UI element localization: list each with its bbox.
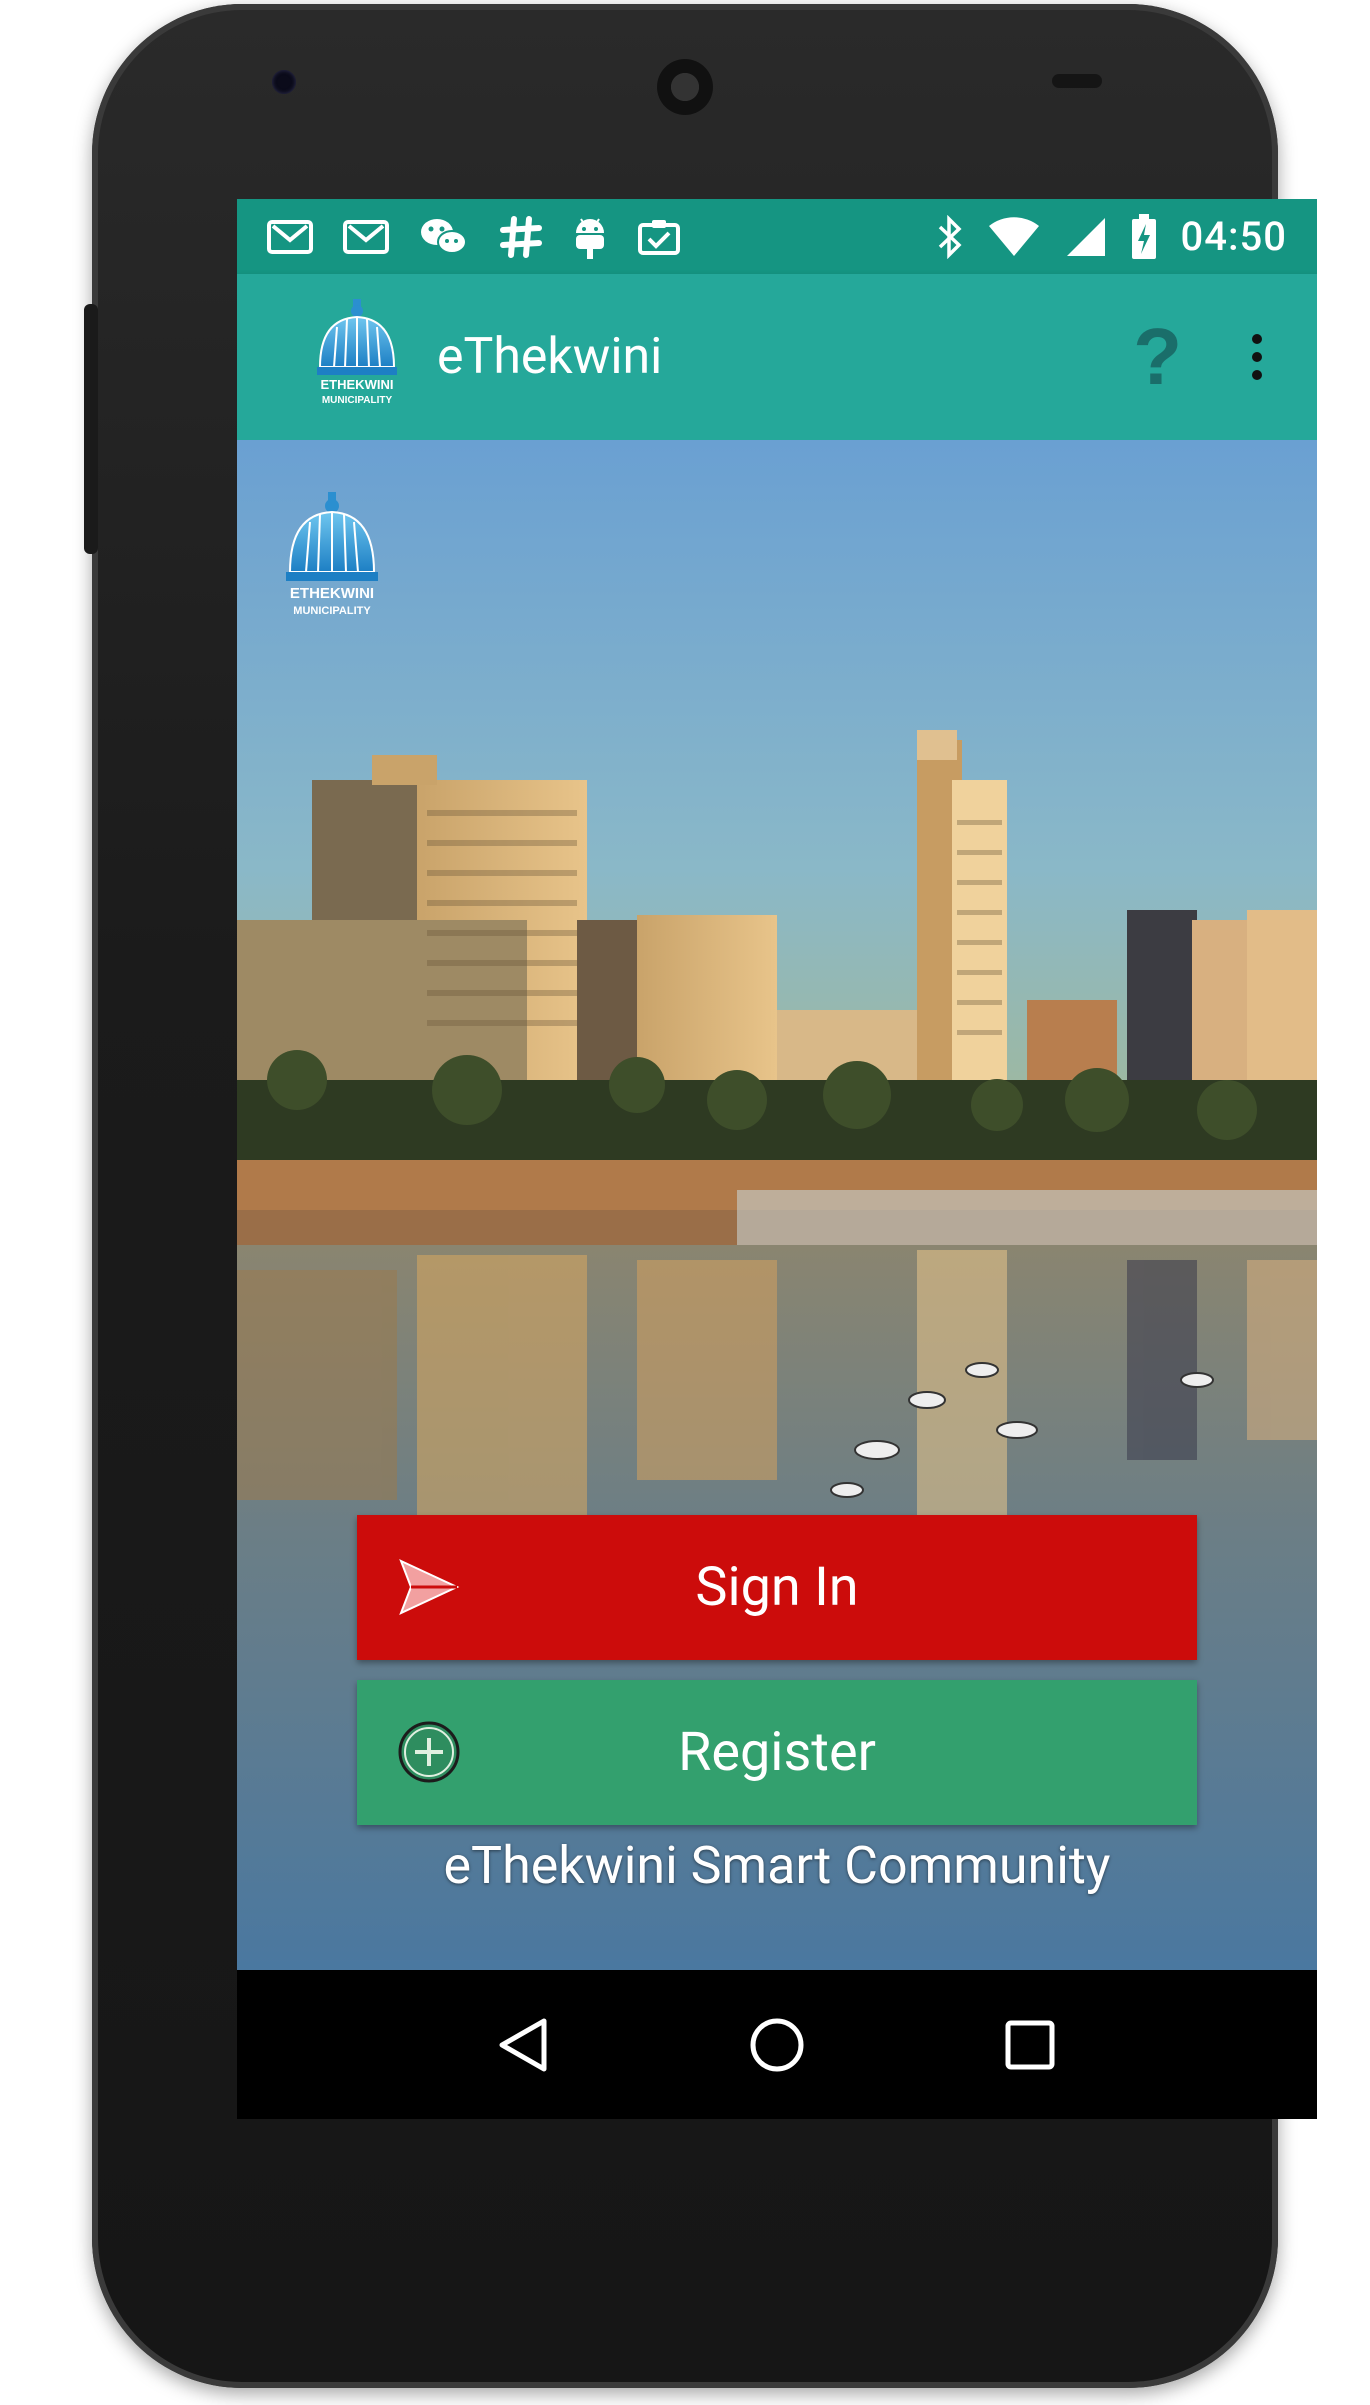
navigation-bar (237, 1970, 1317, 2119)
register-button[interactable]: Register (357, 1680, 1197, 1825)
cellular-signal-icon (1065, 216, 1107, 258)
corner-logo-text-line1: ETHEKWINI (290, 585, 374, 602)
earpiece-speaker (657, 59, 713, 115)
sign-in-label: Sign In (695, 1556, 859, 1619)
slack-icon (499, 215, 543, 259)
bluetooth-icon (937, 214, 963, 259)
wechat-icon (419, 216, 469, 258)
overflow-menu-icon[interactable] (1252, 334, 1262, 380)
clipboard-check-icon (637, 217, 681, 257)
status-bar: 04:50 (237, 199, 1317, 274)
login-content: ETHEKWINI MUNICIPALITY Sign In Register (237, 440, 1317, 1970)
sign-in-button[interactable]: Sign In (357, 1515, 1197, 1660)
tagline: eThekwini Smart Community (443, 1835, 1111, 1896)
app-bar: ETHEKWINI MUNICIPALITY eThekwini ? (237, 274, 1317, 440)
corner-municipality-logo: ETHEKWINI MUNICIPALITY (286, 492, 378, 617)
gmail-icon (267, 218, 313, 256)
phone-frame: 04:50 ETHEKWINI MUNICIPALITY eThekwini ? (84, 4, 1317, 2388)
municipality-logo: ETHEKWINI MUNICIPALITY (317, 299, 397, 406)
android-debug-icon (573, 215, 607, 259)
status-clock: 04:50 (1180, 213, 1287, 260)
screen: 04:50 ETHEKWINI MUNICIPALITY eThekwini ? (237, 199, 1317, 2119)
gmail-icon (343, 218, 389, 256)
home-icon[interactable] (747, 2015, 807, 2075)
proximity-sensor (1052, 74, 1102, 88)
logo-text-line2: MUNICIPALITY (322, 395, 393, 406)
wifi-icon (987, 216, 1041, 258)
logo-text-line1: ETHEKWINI (321, 377, 394, 392)
recents-icon[interactable] (1000, 2015, 1060, 2075)
add-circle-icon (398, 1721, 460, 1783)
help-icon[interactable]: ? (1133, 311, 1182, 403)
front-camera (272, 70, 296, 94)
app-title: eThekwini (437, 328, 663, 386)
volume-button (84, 304, 98, 554)
register-label: Register (678, 1721, 876, 1784)
corner-logo-text-line2: MUNICIPALITY (293, 605, 371, 617)
battery-charging-icon (1131, 213, 1157, 260)
back-icon[interactable] (494, 2015, 554, 2075)
send-icon (399, 1559, 460, 1615)
